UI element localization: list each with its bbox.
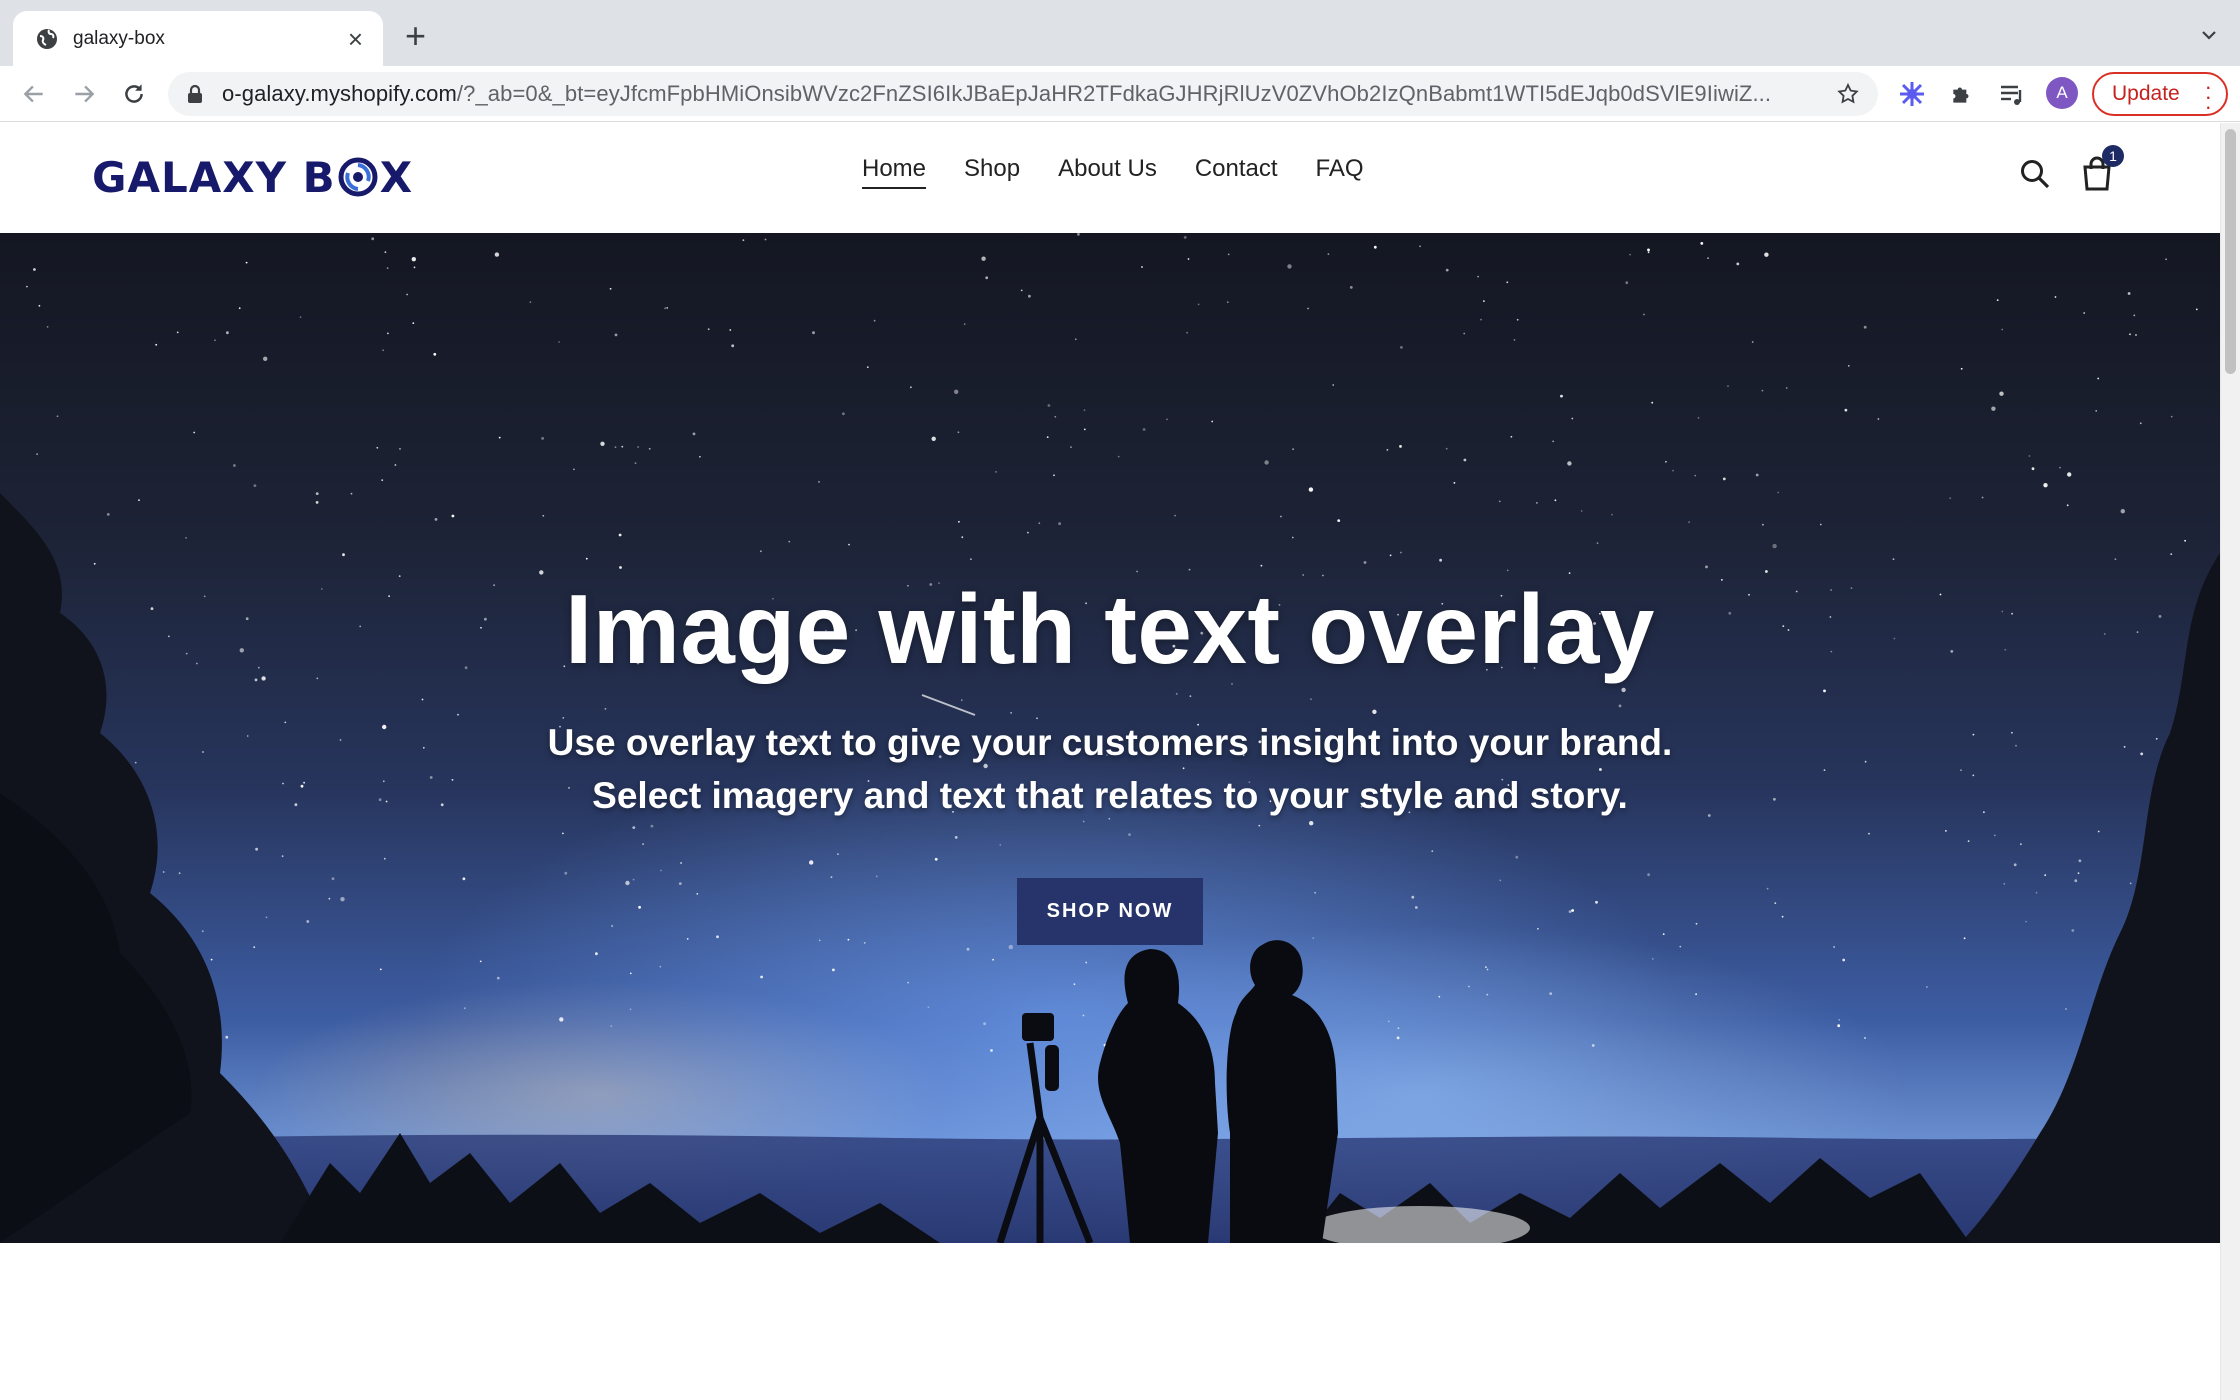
- web-page: GALAXY B X Home Shop About Us Contact FA…: [0, 123, 2220, 1400]
- hero-subtitle: Use overlay text to give your customers …: [547, 722, 1673, 816]
- update-button[interactable]: Update · · ·: [2092, 72, 2228, 118]
- back-icon[interactable]: [18, 78, 50, 110]
- nav-faq[interactable]: FAQ: [1316, 155, 1364, 189]
- hero-banner: Image with text overlay Use overlay text…: [0, 233, 2220, 1243]
- star-icon[interactable]: [1836, 82, 1860, 106]
- chevron-down-icon[interactable]: [2200, 26, 2218, 44]
- close-tab-icon[interactable]: ×: [348, 26, 363, 52]
- cart-button[interactable]: 1: [2076, 145, 2124, 195]
- tab-title: galaxy-box: [73, 27, 165, 49]
- browser-tabstrip: galaxy-box × +: [0, 0, 2240, 66]
- update-label: Update: [2112, 82, 2180, 105]
- reload-icon[interactable]: [118, 78, 150, 110]
- browser-toolbar: o-galaxy.myshopify.com/?_ab=0&_bt=eyJfcm…: [0, 66, 2240, 122]
- scrollbar-thumb[interactable]: [2225, 129, 2236, 374]
- globe-icon: [37, 28, 57, 49]
- hero-overlay-content: Image with text overlay Use overlay text…: [0, 573, 2220, 945]
- hero-title: Image with text overlay: [565, 574, 1655, 684]
- url-text: o-galaxy.myshopify.com/?_ab=0&_bt=eyJfcm…: [222, 81, 1836, 107]
- lock-icon[interactable]: [186, 84, 204, 104]
- site-header: GALAXY B X Home Shop About Us Contact FA…: [0, 123, 2220, 233]
- cart-count-badge: 1: [2102, 145, 2124, 167]
- more-vertical-icon[interactable]: · · ·: [2205, 76, 2212, 118]
- logo-text-right: X: [379, 152, 414, 202]
- main-nav: Home Shop About Us Contact FAQ: [862, 155, 1364, 189]
- site-logo[interactable]: GALAXY B X: [92, 147, 413, 207]
- puzzle-icon[interactable]: [1948, 80, 1976, 108]
- media-queue-icon[interactable]: [1998, 80, 2026, 108]
- search-icon[interactable]: [2014, 153, 2056, 195]
- nav-home[interactable]: Home: [862, 155, 927, 189]
- forward-icon[interactable]: [68, 78, 100, 110]
- extension-sparkle-icon[interactable]: [1898, 80, 1926, 108]
- shop-now-button[interactable]: SHOP NOW: [1016, 878, 1204, 945]
- url-host: o-galaxy.myshopify.com: [222, 81, 457, 106]
- nav-shop[interactable]: Shop: [964, 155, 1020, 189]
- nav-contact[interactable]: Contact: [1195, 155, 1278, 189]
- galaxy-swirl-icon: [338, 157, 378, 197]
- page-scrollbar[interactable]: [2220, 123, 2240, 1400]
- url-path: /?_ab=0&_bt=eyJfcmFpbHMiOnsibWVzc2FnZSI6…: [456, 81, 1772, 106]
- browser-tab[interactable]: galaxy-box ×: [13, 11, 383, 66]
- nav-about-us[interactable]: About Us: [1058, 155, 1157, 189]
- logo-text-left: GALAXY B: [92, 152, 336, 202]
- address-bar[interactable]: o-galaxy.myshopify.com/?_ab=0&_bt=eyJfcm…: [168, 72, 1878, 116]
- profile-avatar[interactable]: A: [2046, 77, 2078, 109]
- new-tab-icon[interactable]: +: [405, 18, 426, 54]
